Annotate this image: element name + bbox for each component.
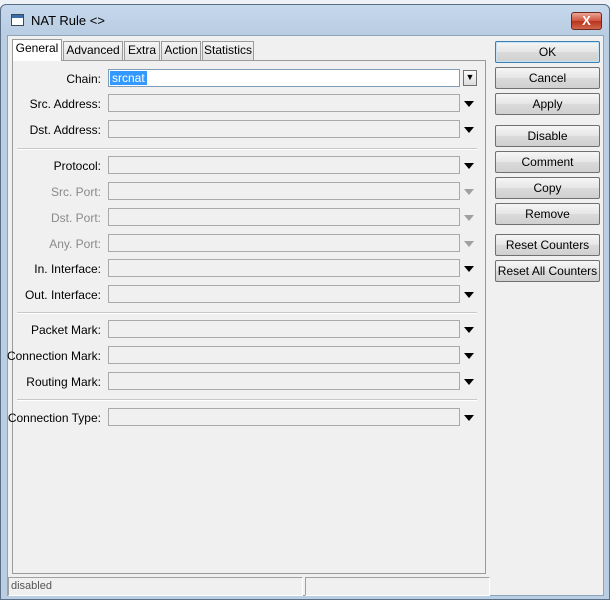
connection-mark-field[interactable] [108, 346, 460, 364]
ok-button[interactable]: OK [495, 41, 600, 63]
in-interface-dropdown-icon[interactable] [464, 266, 474, 272]
apply-button[interactable]: Apply [495, 93, 600, 115]
tab-advanced[interactable]: Advanced [63, 41, 123, 60]
out-interface-dropdown-icon[interactable] [464, 292, 474, 298]
status-right [305, 577, 490, 596]
dst-address-dropdown-icon[interactable] [464, 127, 474, 133]
nat-rule-window: NAT Rule <> X General Advanced Extra Act… [0, 4, 610, 600]
title-bar[interactable]: NAT Rule <> X [1, 5, 609, 35]
any-port-field [108, 234, 460, 252]
cancel-button[interactable]: Cancel [495, 67, 600, 89]
tab-action[interactable]: Action [161, 41, 201, 60]
disable-button[interactable]: Disable [495, 125, 600, 147]
dst-address-label: Dst. Address: [29, 123, 101, 137]
chain-field[interactable]: srcnat [108, 69, 460, 87]
packet-mark-dropdown-icon[interactable] [464, 327, 474, 333]
reset-counters-button[interactable]: Reset Counters [495, 234, 600, 256]
dst-address-field[interactable] [108, 120, 460, 138]
packet-mark-label: Packet Mark: [30, 323, 101, 337]
window-title: NAT Rule <> [31, 13, 105, 28]
separator [17, 312, 477, 314]
remove-button[interactable]: Remove [495, 203, 600, 225]
routing-mark-dropdown-icon[interactable] [464, 379, 474, 385]
tab-statistics[interactable]: Statistics [202, 41, 254, 60]
src-address-label: Src. Address: [29, 97, 101, 111]
routing-mark-field[interactable] [108, 372, 460, 390]
packet-mark-field[interactable] [108, 320, 460, 338]
src-port-dropdown-icon [464, 189, 474, 195]
connection-type-field[interactable] [108, 408, 460, 426]
src-port-field [108, 182, 460, 200]
protocol-field[interactable] [108, 156, 460, 174]
in-interface-label: In. Interface: [34, 262, 101, 276]
comment-button[interactable]: Comment [495, 151, 600, 173]
any-port-dropdown-icon [464, 241, 474, 247]
status-left: disabled [8, 577, 303, 596]
tab-extra[interactable]: Extra [124, 41, 160, 60]
src-address-field[interactable] [108, 94, 460, 112]
connection-type-dropdown-icon[interactable] [464, 415, 474, 421]
connection-mark-dropdown-icon[interactable] [464, 353, 474, 359]
reset-all-counters-button[interactable]: Reset All Counters [495, 260, 600, 282]
dialog-body: General Advanced Extra Action Statistics… [7, 35, 604, 596]
chain-value: srcnat [110, 71, 147, 85]
routing-mark-label: Routing Mark: [26, 375, 101, 389]
general-tab-panel: Chain: srcnat ▼ Src. Address: Dst. Addre… [7, 60, 486, 574]
status-bar: disabled [8, 577, 603, 596]
out-interface-field[interactable] [108, 285, 460, 303]
chain-dropdown-button[interactable]: ▼ [463, 70, 477, 86]
in-interface-field[interactable] [108, 259, 460, 277]
protocol-dropdown-icon[interactable] [464, 163, 474, 169]
window-icon [11, 14, 24, 26]
src-port-label: Src. Port: [50, 185, 101, 199]
separator [17, 148, 477, 150]
dst-port-dropdown-icon [464, 215, 474, 221]
protocol-label: Protocol: [53, 159, 101, 173]
connection-mark-label: Connection Mark: [6, 349, 101, 363]
connection-type-label: Connection Type: [7, 411, 101, 425]
out-interface-label: Out. Interface: [24, 288, 101, 302]
separator [17, 399, 477, 401]
src-address-dropdown-icon[interactable] [464, 101, 474, 107]
any-port-label: Any. Port: [49, 237, 101, 251]
dst-port-field [108, 208, 460, 226]
tab-general[interactable]: General [12, 39, 62, 61]
copy-button[interactable]: Copy [495, 177, 600, 199]
close-button[interactable]: X [571, 12, 602, 30]
chain-label: Chain: [66, 72, 101, 86]
dst-port-label: Dst. Port: [50, 211, 101, 225]
